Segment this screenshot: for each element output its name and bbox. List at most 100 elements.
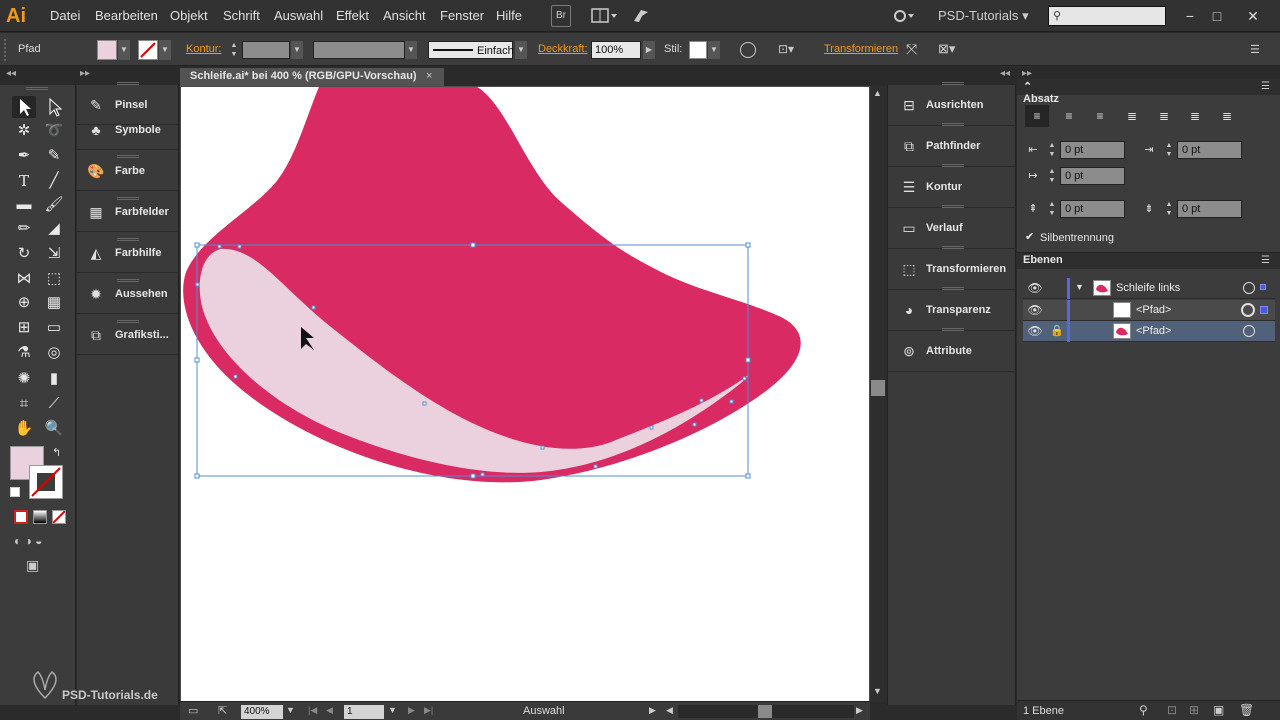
locate-object-icon[interactable]: ⚲ <box>1139 703 1148 717</box>
scroll-up-icon[interactable]: ▲ <box>873 88 882 98</box>
stroke-color-box[interactable] <box>29 465 63 499</box>
menu-auswahl[interactable]: Auswahl <box>274 8 323 24</box>
perspective-grid-tool-icon[interactable]: ▦ <box>42 292 66 314</box>
artboard-tool-icon[interactable]: ⌗ <box>12 393 36 415</box>
symbol-sprayer-tool-icon[interactable]: ✺ <box>12 368 36 390</box>
magic-wand-tool-icon[interactable]: ✲ <box>12 120 36 142</box>
dock-item-farbhilfe[interactable]: ◭ Farbhilfe <box>77 233 179 273</box>
artboard-number-field[interactable]: 1 <box>344 705 384 719</box>
lock-icon[interactable]: 🔒 <box>1050 324 1064 338</box>
dock-item-transformieren[interactable]: ⬚ Transformieren <box>888 249 1017 290</box>
blend-tool-icon[interactable]: ◎ <box>42 342 66 364</box>
target-circle-icon[interactable] <box>1243 282 1255 294</box>
grip-handle[interactable] <box>4 39 10 61</box>
expand-triangle-icon[interactable]: ▼ <box>1075 282 1084 292</box>
layer-row-pfad-2[interactable]: 👁 🔒 <Pfad> <box>1023 321 1275 342</box>
hyphenation-checkbox[interactable]: ✔ <box>1025 231 1037 243</box>
search-input[interactable] <box>1049 7 1165 25</box>
new-layer-icon[interactable]: ▣ <box>1213 703 1224 717</box>
isolate-object-icon[interactable]: ⊠▾ <box>938 41 970 59</box>
grip-handle[interactable] <box>26 87 48 90</box>
menu-ansicht[interactable]: Ansicht <box>383 8 426 24</box>
align-right-button[interactable]: ≡ <box>1088 105 1112 127</box>
graphic-style-dropdown[interactable]: ▼ <box>708 41 720 59</box>
shape-builder-tool-icon[interactable]: ⊕ <box>12 292 36 314</box>
swap-colors-icon[interactable]: ↰ <box>52 446 61 459</box>
slice-tool-icon[interactable]: ⟋ <box>42 393 66 415</box>
recolor-artwork-icon[interactable] <box>740 42 756 58</box>
delete-layer-icon[interactable]: 🗑 <box>1239 703 1254 717</box>
opacity-field[interactable]: 100% <box>591 41 641 59</box>
panel-menu-icon[interactable]: ☰ <box>1250 43 1268 57</box>
gpu-performance-icon[interactable] <box>631 6 651 26</box>
dock-item-farbe[interactable]: 🎨 Farbe <box>77 151 179 191</box>
dock-item-symbole[interactable]: ♣ Symbole <box>77 110 179 150</box>
line-tool-icon[interactable]: ╱ <box>42 170 66 192</box>
dock-item-aussehen[interactable]: ✹ Aussehen <box>77 274 179 314</box>
document-tab[interactable]: Schleife.ai* bei 400 % (RGB/GPU-Vorschau… <box>180 68 444 86</box>
scroll-left-icon[interactable]: ◀ <box>666 705 673 716</box>
transform-link[interactable]: Transformieren <box>824 43 898 55</box>
space-after-stepper[interactable]: ▲ ▼ <box>1164 200 1174 218</box>
opacity-label[interactable]: Deckkraft: <box>538 43 588 55</box>
last-artboard-icon[interactable]: ▶| <box>424 705 433 716</box>
target-circle-selected-icon[interactable] <box>1241 303 1255 317</box>
width-tool-icon[interactable]: ⋈ <box>12 268 36 290</box>
artboard[interactable] <box>181 82 869 701</box>
stroke-dropdown[interactable]: ▼ <box>159 40 171 60</box>
layer-row-schleife-links[interactable]: 👁 ▼ Schleife links <box>1023 278 1275 299</box>
brush-dropdown[interactable]: ▼ <box>515 41 527 59</box>
direct-selection-tool-icon[interactable] <box>42 96 66 118</box>
prev-artboard-icon[interactable]: ◀ <box>326 705 333 716</box>
mesh-tool-icon[interactable]: ⊞ <box>12 317 36 339</box>
collapse-toolbar-icon[interactable]: ◂◂ <box>6 68 16 79</box>
align-options-icon[interactable]: ⊡▾ <box>778 42 802 58</box>
tab-absatz[interactable]: ⌃ Absatz <box>1017 79 1075 105</box>
left-indent-stepper[interactable]: ▲ ▼ <box>1047 141 1057 159</box>
default-colors-icon[interactable] <box>10 487 20 497</box>
selection-indicator[interactable] <box>1260 306 1268 314</box>
dock-item-ausrichten[interactable]: ⊟ Ausrichten <box>888 85 1017 126</box>
left-indent-field[interactable]: 0 pt <box>1060 141 1125 159</box>
menu-objekt[interactable]: Objekt <box>170 8 208 24</box>
make-clipping-mask-icon[interactable]: ⊡ <box>1167 703 1177 717</box>
vertical-scroll-thumb[interactable] <box>871 380 885 396</box>
hand-tool-icon[interactable]: ✋ <box>12 418 36 440</box>
panel-menu-icon[interactable]: ☰ <box>1261 81 1270 92</box>
bridge-button[interactable]: Br <box>551 5 571 27</box>
rotate-tool-icon[interactable]: ↻ <box>12 243 36 265</box>
menu-datei[interactable]: Datei <box>50 8 80 24</box>
variable-width-dropdown[interactable]: ▼ <box>405 41 417 59</box>
expand-left-dock-icon[interactable]: ▸▸ <box>80 68 90 79</box>
justify-all-button[interactable]: ≣ <box>1215 105 1239 127</box>
selection-indicator[interactable] <box>1260 284 1266 290</box>
status-menu-icon[interactable]: ▶ <box>649 705 656 716</box>
dock-item-grafikstile[interactable]: ⧉ Grafiksti... <box>77 315 179 355</box>
right-indent-field[interactable]: 0 pt <box>1177 141 1242 159</box>
zoom-field[interactable]: 400% <box>241 705 283 719</box>
stroke-weight-dropdown[interactable]: ▼ <box>291 41 303 59</box>
variable-width-profile[interactable] <box>313 41 405 59</box>
type-tool-icon[interactable]: T <box>12 170 36 192</box>
stroke-weight-field[interactable] <box>242 41 290 59</box>
artboard-dropdown-icon[interactable]: ▼ <box>388 705 397 715</box>
transform-icon[interactable]: ⤧ <box>906 41 926 59</box>
right-indent-stepper[interactable]: ▲ ▼ <box>1164 141 1174 159</box>
scroll-down-icon[interactable]: ▼ <box>873 686 882 696</box>
pen-tool-icon[interactable]: ✒ <box>12 145 36 167</box>
dock-item-transparenz[interactable]: ◕ Transparenz <box>888 290 1017 331</box>
graphic-style-swatch[interactable] <box>689 41 707 59</box>
maximize-icon[interactable]: □ <box>1207 6 1227 26</box>
column-graph-tool-icon[interactable]: ▮ <box>42 368 66 390</box>
zoom-tool-icon[interactable]: 🔍 <box>42 418 66 440</box>
next-artboard-icon[interactable]: ▶ <box>408 705 415 716</box>
visibility-eye-icon[interactable]: 👁 <box>1027 324 1043 338</box>
stroke-swatch[interactable] <box>138 40 158 60</box>
brush-definition[interactable]: Einfach <box>428 41 514 59</box>
menu-bearbeiten[interactable]: Bearbeiten <box>95 8 158 24</box>
visibility-eye-icon[interactable]: 👁 <box>1027 281 1043 295</box>
target-circle-icon[interactable] <box>1243 325 1255 337</box>
color-mode-icon[interactable] <box>14 510 28 524</box>
zoom-dropdown-icon[interactable]: ▼ <box>286 705 295 715</box>
dock-item-farbfelder[interactable]: ▦ Farbfelder <box>77 192 179 232</box>
